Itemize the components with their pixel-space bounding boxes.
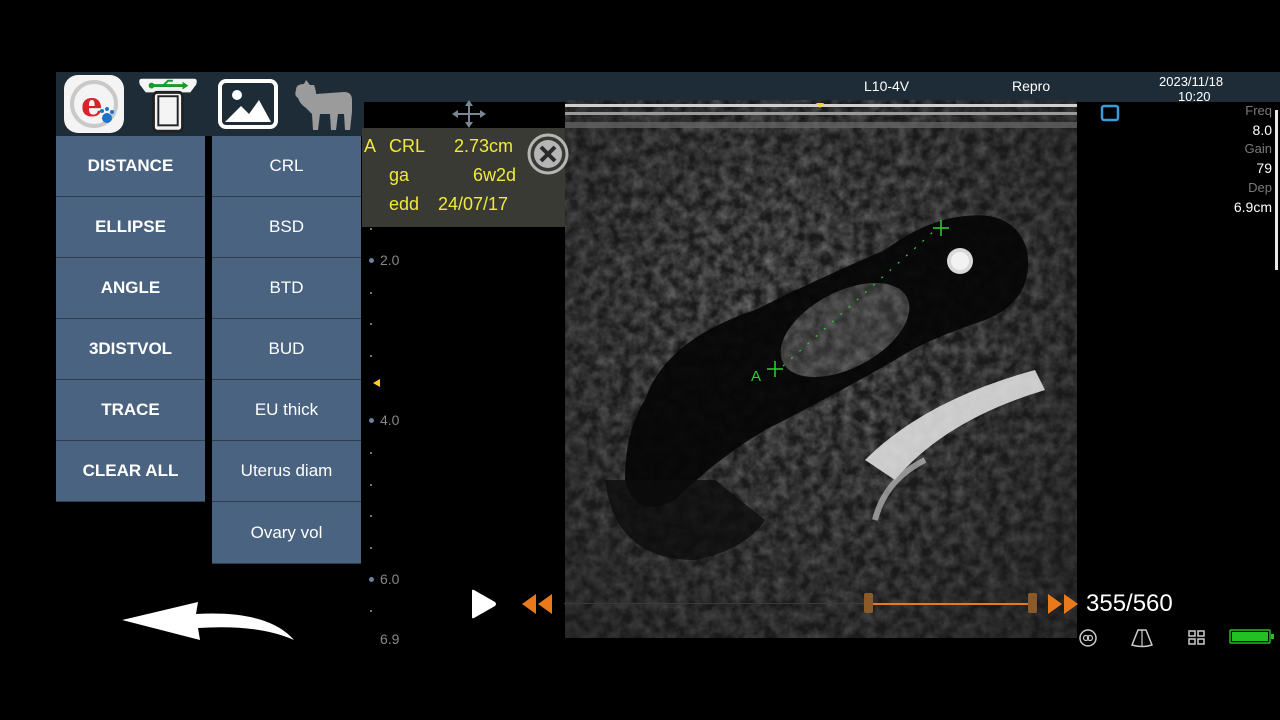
depth-label: Dep [1248,180,1272,195]
ovary-vol-button[interactable]: Ovary vol [212,502,361,564]
probe-sector-icon[interactable] [1130,628,1154,653]
edd-label: edd [389,194,420,214]
trace-button[interactable]: TRACE [56,380,205,441]
cine-range [866,603,1033,605]
crl-label: CRL [389,136,426,156]
grid-layout-icon[interactable] [1188,630,1206,651]
freeze-indicator-icon[interactable] [1100,104,1120,127]
edd-value: 24/07/17 [438,194,509,214]
btd-button[interactable]: BTD [212,258,361,319]
freq-value: 8.0 [1252,122,1272,138]
freq-label: Freq [1245,103,1272,118]
frame-counter: 355/560 [1086,590,1173,617]
cine-track [564,603,866,604]
fast-forward-button[interactable] [1046,592,1080,621]
eu-thick-button[interactable]: EU thick [212,380,361,441]
close-measurement-button[interactable] [526,132,570,181]
battery-icon [1229,629,1275,650]
play-icon [472,589,496,619]
image-gallery-icon[interactable] [216,74,280,134]
mode-label: Repro [1012,78,1051,94]
date-label: 2023/11/18 [1159,74,1224,89]
cine-end-handle[interactable] [1028,593,1037,613]
close-icon [527,133,569,175]
depth-value: 6.9cm [1233,199,1272,215]
ga-label: ga [389,165,410,185]
back-arrow-icon[interactable] [118,596,298,651]
caliper-label: A [751,368,762,385]
e-vet-logo-icon[interactable]: e [62,74,126,134]
fast-forward-icon [1048,594,1078,614]
play-button[interactable] [468,588,498,625]
rewind-icon [522,594,552,614]
scroll-indicator[interactable] [1275,110,1278,270]
depth-label-4: 4.0 [380,412,400,428]
crl-button[interactable]: CRL [212,136,361,197]
time-label: 10:20 [1178,89,1211,104]
angle-button[interactable]: ANGLE [56,258,205,319]
bsd-button[interactable]: BSD [212,197,361,258]
cine-start-handle[interactable] [864,593,873,613]
cow-icon[interactable] [292,74,356,134]
ellipse-button[interactable]: ELLIPSE [56,197,205,258]
focus-marker-icon [372,375,382,393]
rewind-button[interactable] [520,592,554,621]
depth-label-2: 2.0 [380,252,400,268]
3distvol-button[interactable]: 3DISTVOL [56,319,205,380]
svg-text:e: e [81,85,103,125]
probe-label: L10-4V [864,78,910,94]
link-icon[interactable] [1078,628,1098,653]
depth-label-6-9: 6.9 [380,631,400,647]
usb-probe-icon[interactable] [136,74,200,134]
bud-button[interactable]: BUD [212,319,361,380]
crl-value: 2.73cm [454,136,514,156]
gain-value: 79 [1256,160,1272,176]
ga-value: 6w2d [473,165,517,185]
depth-label-6: 6.0 [380,571,400,587]
gain-label: Gain [1244,141,1272,156]
clear-all-button[interactable]: CLEAR ALL [56,441,205,502]
uterus-diam-button[interactable]: Uterus diam [212,441,361,502]
measurement-marker: A [364,136,377,156]
distance-button[interactable]: DISTANCE [56,136,205,197]
ultrasound-image[interactable]: A [565,100,1077,638]
